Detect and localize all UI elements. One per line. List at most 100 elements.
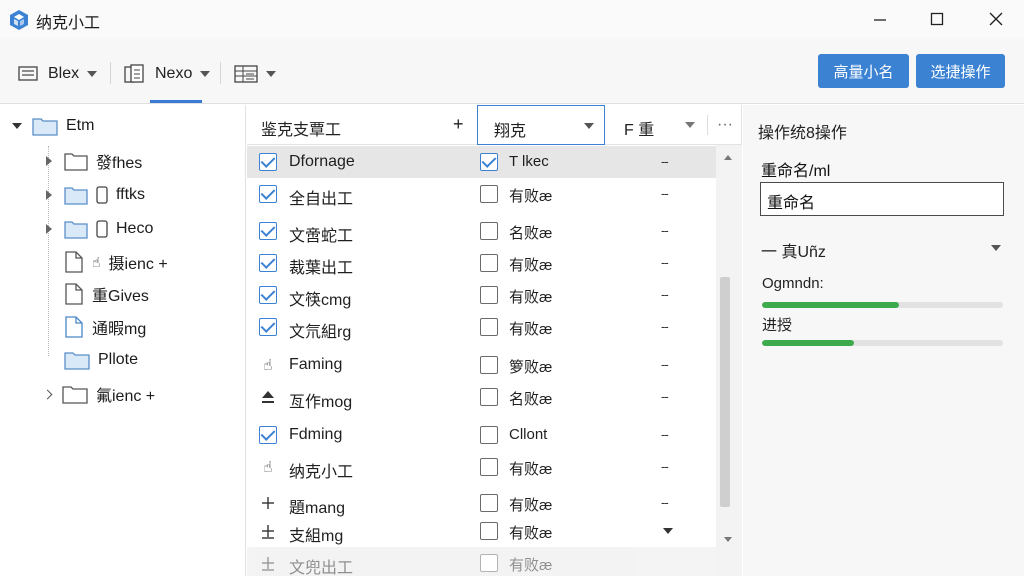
- tree-item-label: fftks: [116, 186, 146, 203]
- toolbar-item-blex[interactable]: Blex: [18, 58, 98, 90]
- tree-item-root[interactable]: Etm: [10, 111, 94, 141]
- minimize-button[interactable]: [850, 0, 910, 38]
- row-checkbox[interactable]: [259, 318, 277, 336]
- table-row[interactable]: 文啻蛇工 名败æ --: [247, 215, 717, 247]
- row-menu-button[interactable]: --: [661, 459, 669, 474]
- scroll-up-arrow[interactable]: [724, 155, 732, 160]
- row-menu-button[interactable]: --: [661, 186, 669, 201]
- row-checkbox-secondary[interactable]: [480, 554, 498, 572]
- row-name: Faming: [289, 356, 343, 373]
- toolbar-item-nexo[interactable]: Nexo: [124, 58, 211, 90]
- row-checkbox-secondary[interactable]: [480, 222, 498, 240]
- table-row[interactable]: Dfornage T lkec --: [247, 146, 717, 178]
- row-checkbox[interactable]: [259, 222, 277, 240]
- row-checkbox-secondary[interactable]: [480, 458, 498, 476]
- row-menu-button[interactable]: --: [661, 223, 669, 238]
- row-checkbox-secondary[interactable]: [480, 185, 498, 203]
- row-menu-button[interactable]: --: [661, 357, 669, 372]
- section-title[interactable]: 一 真Uñz: [761, 238, 826, 262]
- rename-label: 重命名/ml: [761, 163, 831, 180]
- row-menu-button[interactable]: --: [661, 287, 669, 302]
- plus-icon[interactable]: [259, 522, 277, 540]
- expand-icon[interactable]: [42, 156, 56, 166]
- tree-item[interactable]: 氟ienc +: [40, 379, 155, 409]
- plus-icon[interactable]: [259, 554, 277, 572]
- row-checkbox[interactable]: [259, 286, 277, 304]
- row-value: 名败æ: [509, 391, 553, 408]
- tree-guide-line: [48, 146, 49, 356]
- row-menu-button[interactable]: --: [661, 255, 669, 270]
- row-checkbox-secondary[interactable]: [480, 426, 498, 444]
- folder-icon: [62, 384, 88, 404]
- scroll-down-arrow[interactable]: [724, 537, 732, 542]
- plus-icon[interactable]: [259, 494, 277, 512]
- row-checkbox[interactable]: [259, 426, 277, 444]
- table-row[interactable]: Fdming Cllont --: [247, 419, 717, 451]
- tree-item[interactable]: Heco: [42, 214, 153, 244]
- table-row[interactable]: 全自出工 有败æ --: [247, 178, 717, 210]
- tree-item[interactable]: Pllote: [64, 345, 138, 375]
- primary-action-button[interactable]: 高量小名: [818, 54, 909, 88]
- table-row[interactable]: 裁葉出工 有败æ --: [247, 247, 717, 279]
- tree-item[interactable]: 重Gives: [64, 279, 149, 309]
- row-menu-button[interactable]: --: [661, 389, 669, 404]
- close-button[interactable]: [966, 0, 1024, 38]
- table-row[interactable]: 支組mg 有败æ: [247, 515, 717, 547]
- expand-icon[interactable]: [42, 224, 56, 234]
- row-menu-button[interactable]: --: [661, 319, 669, 334]
- phone-icon: [96, 220, 108, 238]
- row-value: 有败æ: [509, 497, 553, 514]
- row-checkbox-secondary[interactable]: [480, 356, 498, 374]
- tree-item[interactable]: fftks: [42, 180, 145, 210]
- upload-icon[interactable]: [259, 388, 277, 406]
- table-row[interactable]: 文兜出工 有败æ: [247, 547, 717, 576]
- row-checkbox[interactable]: [259, 254, 277, 272]
- row-checkbox-secondary[interactable]: [480, 153, 498, 171]
- active-tab-indicator: [150, 100, 202, 103]
- row-menu-button[interactable]: --: [661, 427, 669, 442]
- expand-icon[interactable]: [40, 389, 54, 399]
- row-checkbox-secondary[interactable]: [480, 494, 498, 512]
- touch-icon[interactable]: ☝: [259, 356, 277, 374]
- tree-item[interactable]: ☝ 摄ienc +: [64, 247, 168, 277]
- row-checkbox-secondary[interactable]: [480, 318, 498, 336]
- toolbar-item-layout[interactable]: [234, 58, 276, 90]
- row-name: 支組mg: [289, 528, 344, 545]
- chevron-down-icon[interactable]: [685, 122, 695, 128]
- collapse-icon[interactable]: [10, 123, 24, 129]
- row-value: T lkec: [509, 153, 549, 170]
- column-header-type[interactable]: F 重: [624, 116, 654, 140]
- column-header-name[interactable]: 鉴克支覃工: [261, 116, 341, 140]
- more-options-button[interactable]: ···: [717, 116, 733, 134]
- table-row[interactable]: ☝ Faming 箩败æ --: [247, 349, 717, 381]
- tree-item[interactable]: 通暇mg: [64, 312, 146, 342]
- row-checkbox-secondary[interactable]: [480, 254, 498, 272]
- folder-icon: [64, 151, 88, 171]
- filter-select[interactable]: 翔克: [477, 105, 605, 145]
- header-divider: [707, 115, 708, 135]
- row-value: 有败æ: [509, 289, 553, 306]
- table-row[interactable]: 文氘組rg 有败æ --: [247, 311, 717, 343]
- chevron-down-icon[interactable]: [991, 245, 1001, 251]
- table-row[interactable]: 亙作mog 名败æ --: [247, 381, 717, 413]
- scrollbar-thumb[interactable]: [720, 277, 730, 507]
- tree-item[interactable]: 發fhes: [42, 146, 142, 176]
- touch-icon[interactable]: ☝: [259, 458, 277, 476]
- chevron-down-icon[interactable]: [663, 528, 673, 534]
- row-menu-button[interactable]: --: [661, 495, 669, 510]
- maximize-button[interactable]: [907, 0, 967, 38]
- add-column-button[interactable]: +: [453, 114, 464, 135]
- secondary-action-button[interactable]: 选捷操作: [916, 54, 1005, 88]
- row-checkbox-secondary[interactable]: [480, 522, 498, 540]
- row-menu-button[interactable]: --: [661, 154, 669, 169]
- tree-item-label: 發fhes: [96, 155, 143, 172]
- row-value: Cllont: [509, 426, 548, 443]
- row-checkbox-secondary[interactable]: [480, 388, 498, 406]
- row-checkbox[interactable]: [259, 185, 277, 203]
- row-checkbox-secondary[interactable]: [480, 286, 498, 304]
- row-checkbox[interactable]: [259, 153, 277, 171]
- table-row[interactable]: ☝ 纳克小工 有败æ --: [247, 451, 717, 483]
- rename-input[interactable]: 重命名: [760, 182, 1004, 216]
- expand-icon[interactable]: [42, 190, 56, 200]
- table-row[interactable]: 文筷cmg 有败æ --: [247, 279, 717, 311]
